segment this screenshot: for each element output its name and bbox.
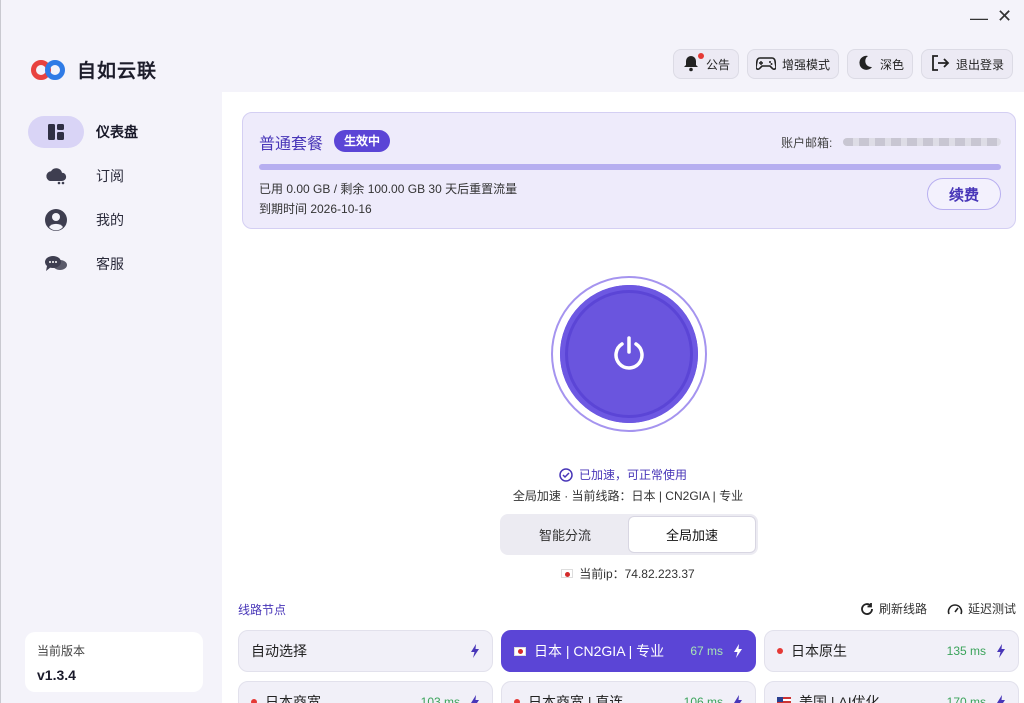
renew-button[interactable]: 续费	[927, 178, 1001, 210]
node-latency: 106 ms	[683, 695, 723, 703]
node-label: 日本商宽 | 直连	[528, 694, 624, 703]
japan-flag-icon	[561, 569, 574, 578]
power-icon	[614, 336, 644, 370]
app-logo: 自如云联	[29, 56, 157, 83]
dark-mode-label: 深色	[880, 57, 905, 72]
node-label: 日本原生	[791, 643, 847, 659]
user-icon	[28, 204, 84, 236]
close-button[interactable]: ✕	[997, 6, 1012, 27]
node-label: 美国 | AI优化	[799, 694, 880, 703]
lightning-icon	[997, 695, 1005, 703]
lightning-icon	[997, 644, 1005, 658]
sidebar: 自如云联 仪表盘 订阅 我的 客服 当前版本 v1.3.4	[0, 0, 222, 703]
version-value: v1.3.4	[37, 667, 76, 683]
plan-card: 普通套餐 生效中 账户邮箱: 已用 0.00 GB / 剩余 100.00 GB…	[242, 112, 1016, 229]
usage-progress-bar	[259, 164, 1001, 170]
email-label: 账户邮箱:	[781, 136, 833, 150]
speedometer-icon	[947, 603, 963, 614]
lightning-icon	[471, 644, 479, 658]
toolbar: 公告 增强模式 深色 退出登录	[673, 49, 1014, 79]
mode-smart-button[interactable]: 智能分流	[502, 516, 628, 553]
sidebar-item-subscription[interactable]: 订阅	[28, 158, 208, 194]
email-masked-value	[843, 138, 1001, 146]
node-auto[interactable]: 自动选择	[238, 630, 493, 672]
version-title: 当前版本	[37, 644, 86, 658]
chat-icon	[28, 248, 84, 280]
sidebar-item-label: 仪表盘	[96, 124, 138, 140]
refresh-icon	[861, 602, 873, 615]
status-badge: 生效中	[334, 130, 391, 152]
japan-flag-icon	[777, 648, 783, 654]
node-label: 日本商宽	[265, 694, 321, 703]
mode-toggle: 智能分流 全局加速	[500, 514, 758, 555]
node-japan-native[interactable]: 日本原生 135 ms	[764, 630, 1019, 672]
notice-label: 公告	[706, 57, 731, 72]
node-latency: 170 ms	[946, 695, 986, 703]
minimize-button[interactable]: —	[970, 8, 988, 29]
node-us-ai[interactable]: 美国 | AI优化 170 ms	[764, 681, 1019, 703]
sidebar-item-label: 客服	[96, 256, 124, 272]
plan-name: 普通套餐	[259, 136, 324, 153]
sidebar-item-profile[interactable]: 我的	[28, 202, 208, 238]
connection-status: 已加速，可正常使用	[222, 466, 1024, 483]
node-latency: 67 ms	[690, 644, 723, 658]
lightning-icon	[734, 644, 742, 658]
japan-flag-icon	[251, 699, 257, 703]
latency-test-button[interactable]: 延迟测试	[947, 600, 1016, 617]
dashboard-icon	[28, 116, 84, 148]
logout-label: 退出登录	[956, 57, 1005, 72]
sidebar-item-label: 我的	[96, 212, 124, 228]
nodes-section-title: 线路节点	[238, 603, 287, 617]
power-button[interactable]	[560, 285, 698, 423]
enhanced-mode-button[interactable]: 增强模式	[747, 49, 840, 79]
current-ip: 当前ip：74.82.223.37	[222, 565, 1024, 582]
enhanced-mode-label: 增强模式	[782, 57, 831, 72]
node-label: 自动选择	[251, 643, 307, 659]
nodes-actions: 刷新线路 延迟测试	[860, 600, 1016, 617]
japan-flag-icon	[514, 646, 526, 656]
logo-icon	[29, 57, 69, 83]
refresh-label: 刷新线路	[878, 602, 927, 616]
lightning-icon	[734, 695, 742, 703]
lightning-icon	[471, 695, 479, 703]
japan-flag-icon	[514, 699, 520, 703]
version-box: 当前版本 v1.3.4	[25, 632, 203, 692]
moon-icon	[856, 54, 874, 75]
latency-label: 延迟测试	[967, 602, 1016, 616]
app-name: 自如云联	[77, 61, 158, 82]
status-text: 已加速，可正常使用	[578, 468, 687, 482]
power-button-inner	[568, 293, 690, 415]
cloud-cart-icon	[28, 160, 84, 192]
logout-button[interactable]: 退出登录	[921, 49, 1014, 79]
notice-button[interactable]: 公告	[673, 49, 740, 79]
dark-mode-button[interactable]: 深色	[847, 49, 914, 79]
ip-text: 当前ip：74.82.223.37	[579, 567, 695, 581]
check-circle-icon	[559, 467, 573, 482]
current-route: 全局加速 · 当前线路：日本 | CN2GIA | 专业	[512, 489, 744, 503]
sidebar-item-label: 订阅	[96, 168, 124, 184]
node-japan-business[interactable]: 日本商宽 103 ms	[238, 681, 493, 703]
main-panel: 普通套餐 生效中 账户邮箱: 已用 0.00 GB / 剩余 100.00 GB…	[222, 92, 1024, 703]
node-latency: 135 ms	[946, 644, 986, 658]
us-flag-icon	[777, 697, 791, 703]
refresh-nodes-button[interactable]: 刷新线路	[860, 600, 927, 617]
node-label: 日本 | CN2GIA | 专业	[534, 643, 665, 659]
node-latency: 103 ms	[420, 695, 460, 703]
mode-global-button[interactable]: 全局加速	[628, 516, 756, 553]
node-japan-cn2gia[interactable]: 日本 | CN2GIA | 专业 67 ms	[501, 630, 756, 672]
logout-icon	[930, 54, 950, 75]
sidebar-item-support[interactable]: 客服	[28, 246, 208, 282]
expire-text: 到期时间 2026-10-16	[259, 202, 372, 216]
notification-dot	[698, 53, 704, 59]
power-ring	[551, 276, 707, 432]
node-japan-business-direct[interactable]: 日本商宽 | 直连 106 ms	[501, 681, 756, 703]
usage-text: 已用 0.00 GB / 剩余 100.00 GB 30 天后重置流量	[259, 182, 518, 196]
gamepad-icon	[755, 55, 777, 74]
sidebar-nav: 仪表盘 订阅 我的 客服	[28, 114, 208, 290]
sidebar-item-dashboard[interactable]: 仪表盘	[28, 114, 208, 150]
